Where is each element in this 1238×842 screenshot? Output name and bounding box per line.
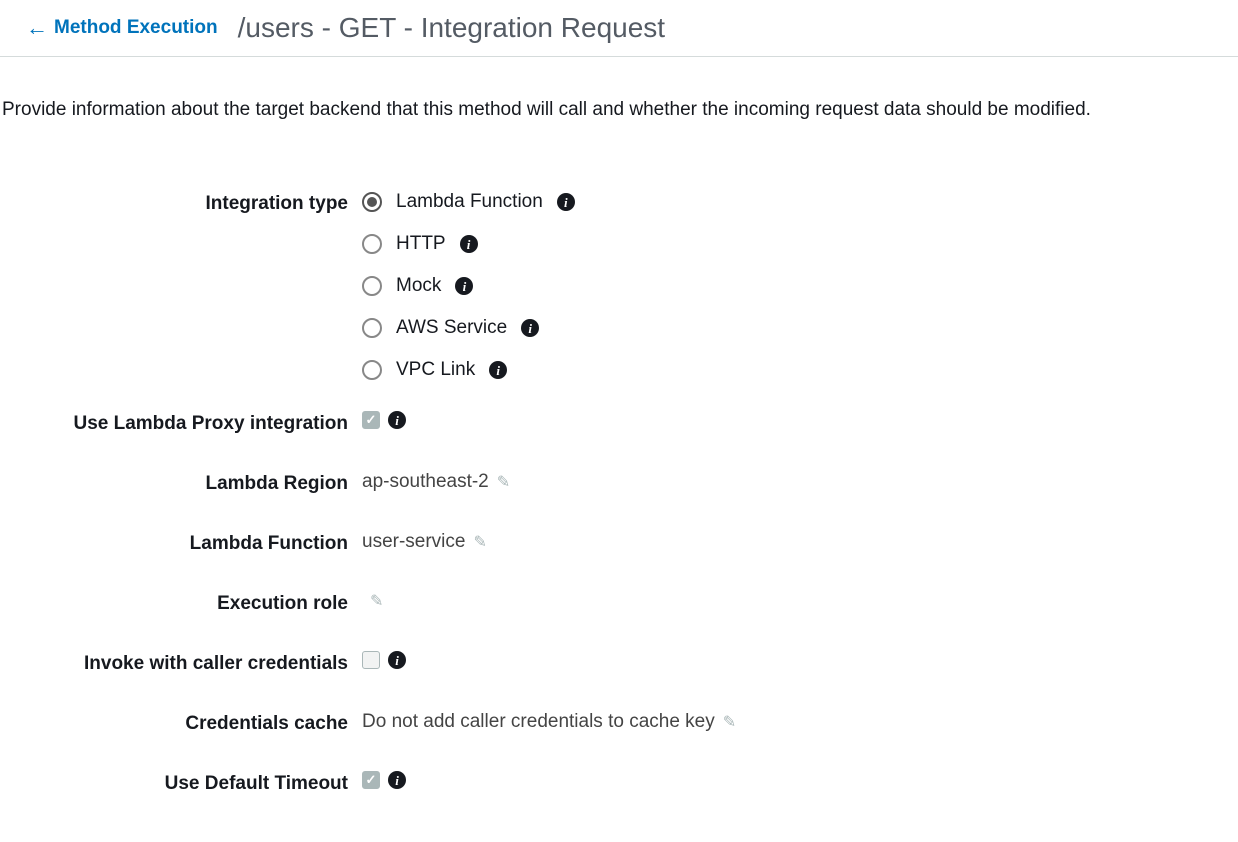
arrow-left-icon: ← bbox=[26, 15, 48, 41]
pencil-icon[interactable]: ✎ bbox=[497, 472, 510, 492]
radio-vpc-link[interactable] bbox=[362, 360, 382, 380]
page-description: Provide information about the target bac… bbox=[0, 79, 1238, 141]
method-execution-back-link[interactable]: ← Method Execution bbox=[26, 15, 218, 41]
lambda-region-value: ap-southeast-2 bbox=[362, 471, 489, 493]
invoke-caller-label: Invoke with caller credentials bbox=[0, 651, 362, 675]
lambda-proxy-label: Use Lambda Proxy integration bbox=[0, 411, 362, 435]
radio-mock[interactable] bbox=[362, 276, 382, 296]
info-icon[interactable] bbox=[489, 361, 507, 379]
lambda-function-label: Lambda Function bbox=[0, 531, 362, 555]
radio-lambda-label: Lambda Function bbox=[396, 191, 543, 213]
lambda-region-row: Lambda Region ap-southeast-2 ✎ bbox=[0, 471, 1238, 495]
default-timeout-label: Use Default Timeout bbox=[0, 771, 362, 795]
page-header: ← Method Execution /users - GET - Integr… bbox=[0, 0, 1238, 57]
pencil-icon[interactable]: ✎ bbox=[473, 532, 486, 552]
lambda-function-row: Lambda Function user-service ✎ bbox=[0, 531, 1238, 555]
radio-vpc-label: VPC Link bbox=[396, 359, 475, 381]
info-icon[interactable] bbox=[455, 277, 473, 295]
info-icon[interactable] bbox=[521, 319, 539, 337]
info-icon[interactable] bbox=[388, 771, 406, 789]
default-timeout-checkbox[interactable] bbox=[362, 771, 380, 789]
credentials-cache-row: Credentials cache Do not add caller cred… bbox=[0, 711, 1238, 735]
execution-role-row: Execution role ✎ bbox=[0, 591, 1238, 615]
radio-aws-label: AWS Service bbox=[396, 317, 507, 339]
lambda-proxy-checkbox[interactable] bbox=[362, 411, 380, 429]
credentials-cache-label: Credentials cache bbox=[0, 711, 362, 735]
page-title: /users - GET - Integration Request bbox=[238, 12, 665, 44]
info-icon[interactable] bbox=[388, 411, 406, 429]
credentials-cache-value: Do not add caller credentials to cache k… bbox=[362, 711, 715, 733]
execution-role-label: Execution role bbox=[0, 591, 362, 615]
pencil-icon[interactable]: ✎ bbox=[370, 591, 383, 611]
info-icon[interactable] bbox=[460, 235, 478, 253]
back-link-label: Method Execution bbox=[54, 17, 218, 39]
invoke-caller-row: Invoke with caller credentials bbox=[0, 651, 1238, 675]
radio-http[interactable] bbox=[362, 234, 382, 254]
lambda-function-value: user-service bbox=[362, 531, 465, 553]
info-icon[interactable] bbox=[557, 193, 575, 211]
invoke-caller-checkbox[interactable] bbox=[362, 651, 380, 669]
integration-type-row: Integration type Lambda Function HTTP Mo… bbox=[0, 191, 1238, 381]
radio-mock-label: Mock bbox=[396, 275, 441, 297]
lambda-region-label: Lambda Region bbox=[0, 471, 362, 495]
radio-http-label: HTTP bbox=[396, 233, 446, 255]
info-icon[interactable] bbox=[388, 651, 406, 669]
default-timeout-row: Use Default Timeout bbox=[0, 771, 1238, 795]
pencil-icon[interactable]: ✎ bbox=[723, 712, 736, 732]
integration-type-label: Integration type bbox=[0, 191, 362, 215]
radio-aws-service[interactable] bbox=[362, 318, 382, 338]
lambda-proxy-row: Use Lambda Proxy integration bbox=[0, 411, 1238, 435]
radio-lambda-function[interactable] bbox=[362, 192, 382, 212]
